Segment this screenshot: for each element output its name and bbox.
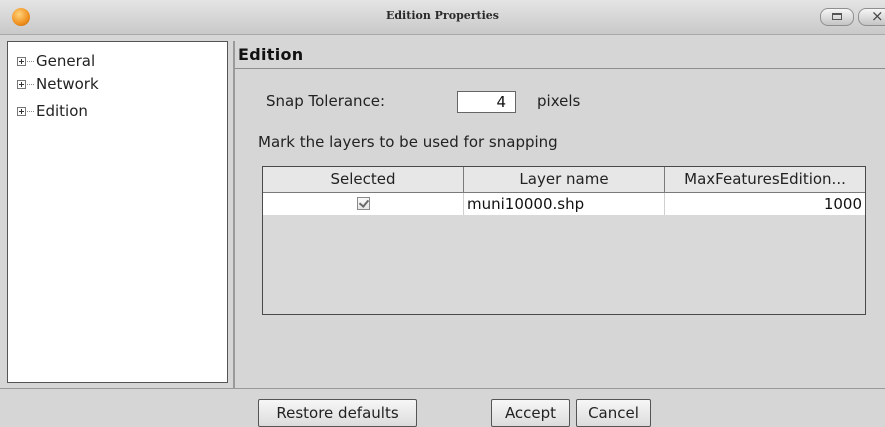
tree-connector [27, 83, 34, 85]
title-bar[interactable]: Edition Properties [0, 0, 885, 35]
max-features-cell[interactable]: 1000 [665, 193, 865, 215]
tree-item-label: General [36, 52, 96, 70]
selected-cell[interactable] [263, 193, 464, 215]
column-header-selected[interactable]: Selected [263, 167, 464, 193]
snap-tolerance-label: Snap Tolerance: [266, 92, 386, 110]
layer-selected-checkbox[interactable] [357, 197, 370, 210]
dialog-window: Edition Properties General Network Editi… [0, 0, 885, 427]
restore-defaults-button[interactable]: Restore defaults [258, 399, 417, 427]
tree-item-network[interactable]: Network [17, 74, 99, 94]
snapping-layers-table: Selected Layer name MaxFeaturesEdition..… [262, 166, 866, 315]
tree-connector [27, 60, 34, 62]
table-row[interactable]: muni10000.shp 1000 [263, 193, 865, 215]
window-title: Edition Properties [385, 9, 500, 22]
close-icon[interactable] [858, 7, 885, 26]
snap-tolerance-input[interactable]: 4 [457, 91, 516, 113]
expand-icon[interactable] [17, 79, 26, 89]
snapping-layers-label: Mark the layers to be used for snapping [258, 133, 558, 151]
expand-icon[interactable] [17, 56, 26, 66]
layer-name-cell[interactable]: muni10000.shp [464, 193, 665, 215]
snap-unit-label: pixels [537, 92, 581, 110]
minimize-icon[interactable] [820, 8, 854, 26]
accept-button[interactable]: Accept [491, 399, 570, 427]
column-header-layer-name[interactable]: Layer name [464, 167, 665, 193]
tree-item-general[interactable]: General [17, 51, 95, 71]
tree-item-label: Network [36, 75, 99, 93]
panel-title: Edition [238, 45, 304, 64]
split-divider[interactable] [233, 41, 235, 388]
tree-item-label: Edition [36, 102, 88, 120]
category-tree: General Network Edition [7, 41, 228, 383]
expand-icon[interactable] [17, 106, 26, 116]
tree-connector [27, 110, 34, 112]
column-header-max-features[interactable]: MaxFeaturesEdition... [665, 167, 865, 193]
tree-item-edition[interactable]: Edition [17, 101, 88, 121]
footer-divider [0, 388, 885, 389]
divider [235, 68, 885, 69]
cancel-button[interactable]: Cancel [576, 399, 651, 427]
